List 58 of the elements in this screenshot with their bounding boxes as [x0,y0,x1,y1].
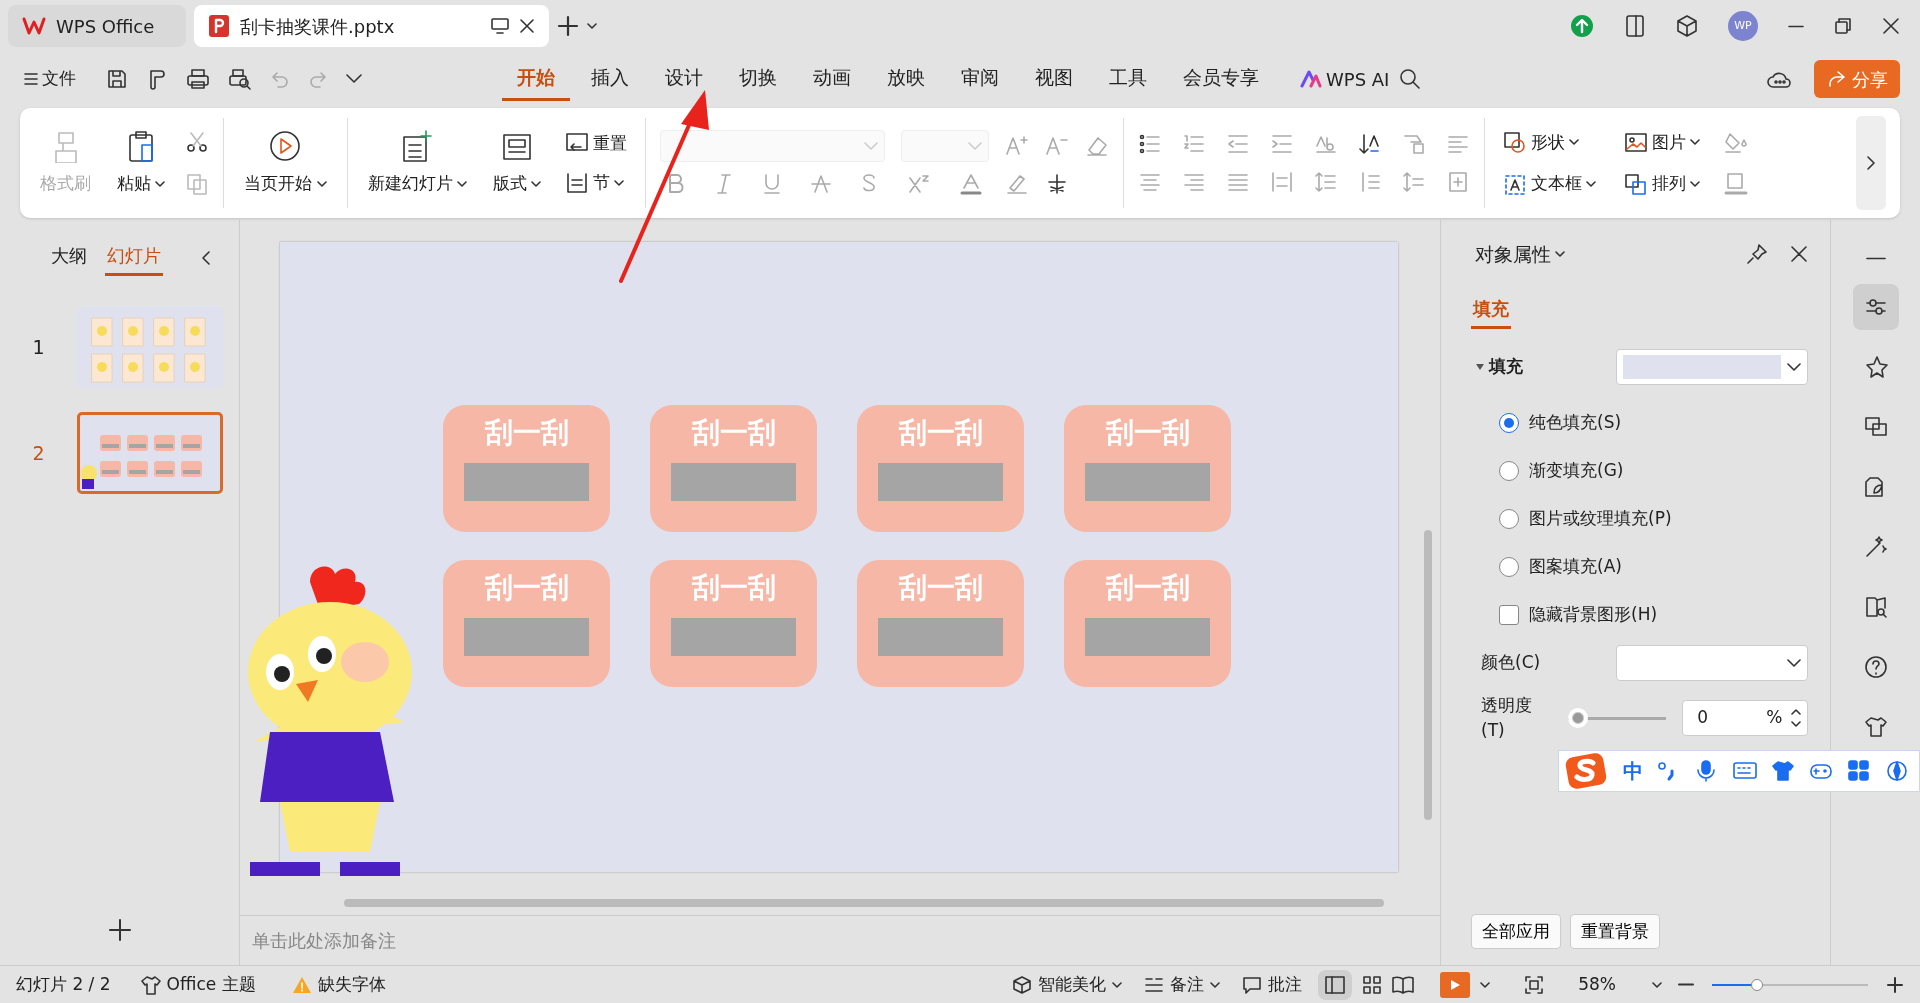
card-title: 刮一刮 [1105,419,1190,447]
wps-ai-button[interactable]: WPS AI [1296,63,1394,95]
radio-option[interactable]: 图案填充(A) [1471,542,1808,591]
menu-tab[interactable]: 切换 [724,57,792,101]
ribbon-button[interactable]: 版式 [486,125,547,201]
zoom-dropdown[interactable]: 58% [1572,971,1668,998]
section-header[interactable]: 填充 [1471,351,1527,382]
window-tab[interactable]: 刮卡抽奖课件.pptx [194,5,549,47]
avatar[interactable]: WP [1728,11,1758,41]
file-menu[interactable]: 文件 [20,64,80,94]
panel-button[interactable]: 全部应用 [1471,913,1561,949]
card-title: 刮一刮 [691,574,776,602]
panel-title-dropdown[interactable]: 对象属性 [1471,238,1569,271]
ribbon-button[interactable]: 当页开始 [238,125,333,201]
comments-button[interactable]: 批注 [1236,971,1309,998]
panel-tab[interactable]: 大纲 [48,240,89,276]
ribbon-button[interactable]: 节 [561,168,631,198]
menu-tab[interactable]: 视图 [1020,57,1088,101]
ribbon-button[interactable]: 重置 [561,128,631,158]
menu-tab[interactable]: 审阅 [946,57,1014,101]
menu-tab[interactable]: 会员专享 [1168,57,1274,101]
card-title: 刮一刮 [484,419,569,447]
menu-tab[interactable]: 动画 [798,57,866,101]
ribbon-button[interactable]: 粘贴 [111,125,172,201]
number-field[interactable]: 0 % [1682,700,1808,736]
slide-number: 2 [32,440,46,466]
card-title: 刮一刮 [484,574,569,602]
beautify-button[interactable]: 智能美化 [1006,971,1129,998]
radio-option[interactable]: 渐变填充(G) [1471,446,1808,495]
theme-button[interactable]: Office 主题 [134,971,262,998]
field-label: 透明度(T) [1481,693,1533,742]
panel-tab[interactable]: 幻灯片 [104,240,163,276]
card-title: 刮一刮 [1105,574,1190,602]
menu-tab[interactable]: 设计 [650,57,718,101]
slide-counter: 幻灯片 2 / 2 [16,972,111,996]
menu-tab[interactable]: 开始 [502,57,570,101]
radio-option[interactable]: 图片或纹理填充(P) [1471,494,1808,543]
ribbon-button[interactable]: 新建幻灯片 [361,125,473,201]
panel-button[interactable]: 重置背景 [1569,913,1660,949]
notes-button[interactable]: 备注 [1138,971,1227,998]
ribbon-button[interactable]: 文本框 [1499,169,1600,199]
input-mode-label: 中 [1623,758,1643,785]
menu-tab[interactable]: 插入 [576,57,644,101]
ribbon-button[interactable]: 形状 [1499,127,1600,157]
ribbon-button[interactable]: 图片 [1620,127,1704,157]
field-label: 颜色(C) [1481,650,1541,674]
window-tab[interactable]: WPS Office [8,5,186,47]
property-tab[interactable]: 填充 [1471,292,1511,329]
card-title: 刮一刮 [691,419,776,447]
menu-tab[interactable]: 工具 [1094,57,1162,101]
slide-number: 1 [32,334,46,360]
ribbon-button[interactable]: 排列 [1620,169,1704,199]
radio-option[interactable]: 纯色填充(S) [1471,398,1808,447]
card-title: 刮一刮 [898,574,983,602]
checkbox-option[interactable]: 隐藏背景图形(H) [1471,590,1808,639]
menu-tab[interactable]: 放映 [872,57,940,101]
card-title: 刮一刮 [898,419,983,447]
missing-font-button[interactable]: 缺失字体 [285,971,392,998]
